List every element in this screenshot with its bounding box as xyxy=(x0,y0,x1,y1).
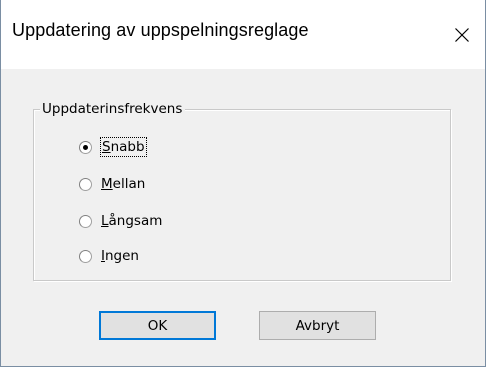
cancel-button[interactable]: Avbryt xyxy=(259,311,376,340)
window-title: Uppdatering av uppspelningsreglage xyxy=(12,20,309,40)
radio-label-ingen: Ingen xyxy=(101,248,139,264)
dialog-window: Uppdatering av uppspelningsreglage Uppda… xyxy=(0,0,486,367)
radio-button[interactable] xyxy=(79,249,92,263)
radio-label-mellan: Mellan xyxy=(101,176,146,192)
close-icon xyxy=(455,27,469,42)
ok-button-label: OK xyxy=(147,317,168,334)
radio-ingen[interactable]: Ingen xyxy=(79,245,139,267)
title-bar: Uppdatering av uppspelningsreglage xyxy=(1,0,485,69)
radio-mellan[interactable]: Mellan xyxy=(79,173,145,195)
close-button[interactable] xyxy=(439,0,485,69)
radio-snabb[interactable]: Snabb xyxy=(79,136,147,158)
radio-button[interactable] xyxy=(79,177,92,191)
ok-button[interactable]: OK xyxy=(99,311,216,340)
cancel-button-label: Avbryt xyxy=(295,317,340,334)
radio-langsam[interactable]: Långsam xyxy=(79,210,162,232)
radio-button-checked[interactable] xyxy=(79,140,92,154)
radio-button[interactable] xyxy=(79,214,92,228)
radio-label-langsam: Långsam xyxy=(101,213,163,229)
group-label: Uppdaterinsfrekvens xyxy=(40,100,186,118)
radio-label-snabb: Snabb xyxy=(100,137,147,157)
